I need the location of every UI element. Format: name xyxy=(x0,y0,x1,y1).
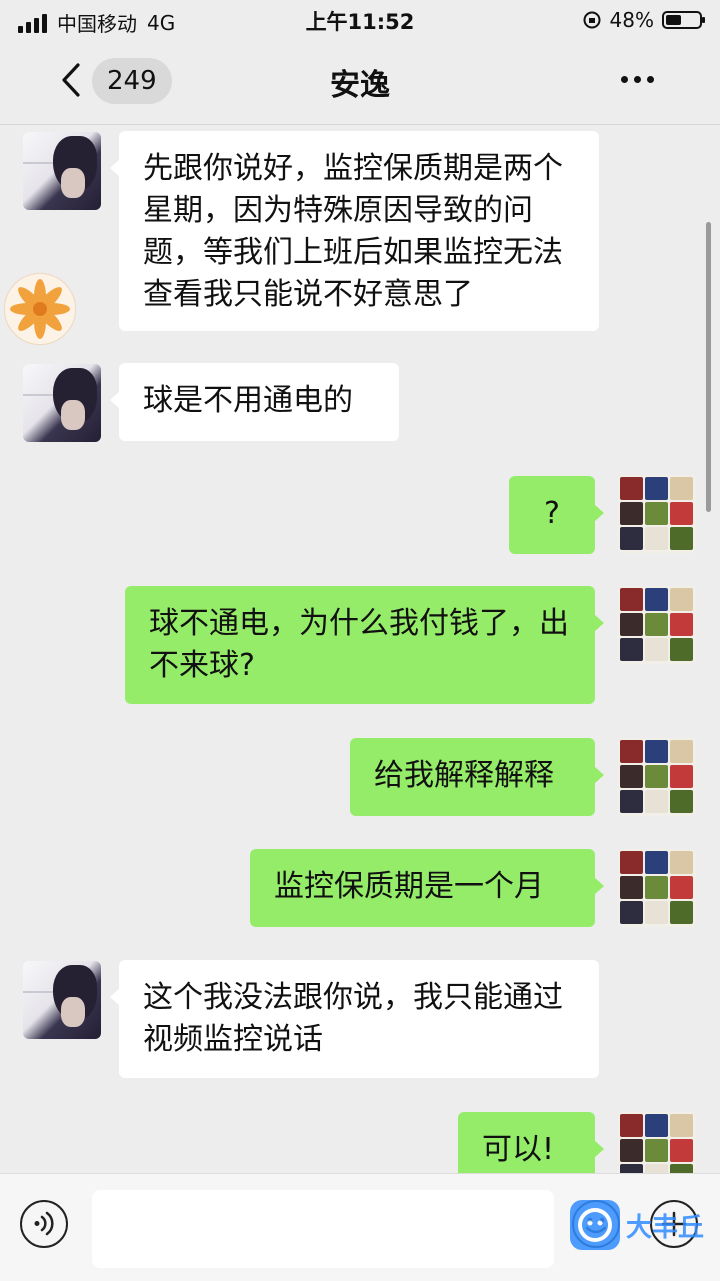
battery-percent: 48% xyxy=(609,8,654,32)
avatar-tile xyxy=(670,638,693,661)
avatar-tile xyxy=(670,876,693,899)
avatar-tile xyxy=(620,851,643,874)
avatar-tile xyxy=(645,851,668,874)
avatar-tile xyxy=(670,1164,693,1173)
voice-icon[interactable] xyxy=(20,1200,68,1248)
avatar-tile xyxy=(670,502,693,525)
avatar-tile xyxy=(620,1164,643,1173)
avatar-tile xyxy=(645,502,668,525)
message-bubble[interactable]: ? xyxy=(509,476,604,554)
avatar-tile xyxy=(670,1114,693,1137)
avatar-tile xyxy=(645,527,668,550)
watermark: 大丰丘 xyxy=(570,1200,704,1250)
message-bubble[interactable]: 球是不用通电的 xyxy=(110,363,399,441)
avatar-tile xyxy=(620,1114,643,1137)
avatar-tile xyxy=(645,1139,668,1162)
avatar-tile xyxy=(670,790,693,813)
avatar-tile xyxy=(620,1139,643,1162)
my-avatar[interactable] xyxy=(618,586,696,664)
avatar-tile xyxy=(670,613,693,636)
contact-avatar[interactable] xyxy=(23,961,101,1039)
avatar-tile xyxy=(670,901,693,924)
avatar-tile xyxy=(620,477,643,500)
avatar-tile xyxy=(670,588,693,611)
avatar-tile xyxy=(645,876,668,899)
chat-title: 安逸 xyxy=(330,68,390,103)
my-avatar[interactable] xyxy=(618,475,696,553)
avatar-tile xyxy=(670,477,693,500)
orientation-lock-icon xyxy=(583,11,601,29)
avatar-tile xyxy=(645,901,668,924)
avatar-tile xyxy=(645,740,668,763)
avatar-tile xyxy=(620,740,643,763)
avatar-tile xyxy=(620,765,643,788)
avatar-tile xyxy=(620,613,643,636)
message-bubble[interactable]: 监控保质期是一个月 xyxy=(250,849,604,927)
contact-avatar[interactable] xyxy=(23,132,101,210)
avatar-tile xyxy=(645,613,668,636)
avatar-tile xyxy=(645,1114,668,1137)
my-avatar[interactable] xyxy=(618,849,696,927)
battery-icon xyxy=(662,11,705,29)
avatar-tile xyxy=(620,502,643,525)
avatar-tile xyxy=(620,790,643,813)
avatar-tile xyxy=(670,765,693,788)
avatar-tile xyxy=(645,765,668,788)
contact-avatar[interactable] xyxy=(23,364,101,442)
avatar-tile xyxy=(670,851,693,874)
message-bubble[interactable]: 这个我没法跟你说，我只能通过视频监控说话 xyxy=(110,960,599,1078)
watermark-logo-icon xyxy=(570,1200,620,1250)
message-input[interactable] xyxy=(92,1190,554,1268)
chat-header: 249 安逸 xyxy=(0,40,720,125)
message-bubble[interactable]: 可以! xyxy=(458,1112,604,1173)
avatar-tile xyxy=(670,1139,693,1162)
avatar-tile xyxy=(645,477,668,500)
watermark-text: 大丰丘 xyxy=(626,1212,705,1243)
avatar-tile xyxy=(645,790,668,813)
avatar-tile xyxy=(620,638,643,661)
flower-sticker-icon xyxy=(4,273,76,345)
avatar-tile xyxy=(620,588,643,611)
avatar-tile xyxy=(645,638,668,661)
more-dots-icon[interactable] xyxy=(621,76,654,83)
avatar-tile xyxy=(645,588,668,611)
avatar-tile xyxy=(620,901,643,924)
avatar-tile xyxy=(670,527,693,550)
message-list[interactable]: 先跟你说好，监控保质期是两个星期，因为特殊原因导致的问题，等我们上班后如果监控无… xyxy=(0,125,720,1173)
my-avatar[interactable] xyxy=(618,1112,696,1173)
message-bubble[interactable]: 给我解释解释 xyxy=(350,738,604,816)
avatar-tile xyxy=(620,876,643,899)
message-bubble[interactable]: 先跟你说好，监控保质期是两个星期，因为特殊原因导致的问题，等我们上班后如果监控无… xyxy=(110,131,599,331)
message-bubble[interactable]: 球不通电，为什么我付钱了，出不来球? xyxy=(125,586,604,704)
avatar-tile xyxy=(670,740,693,763)
status-bar: 中国移动 4G 上午11:52 48% xyxy=(0,0,720,40)
avatar-tile xyxy=(645,1164,668,1173)
scrollbar[interactable] xyxy=(706,222,711,512)
avatar-tile xyxy=(620,527,643,550)
my-avatar[interactable] xyxy=(618,738,696,816)
